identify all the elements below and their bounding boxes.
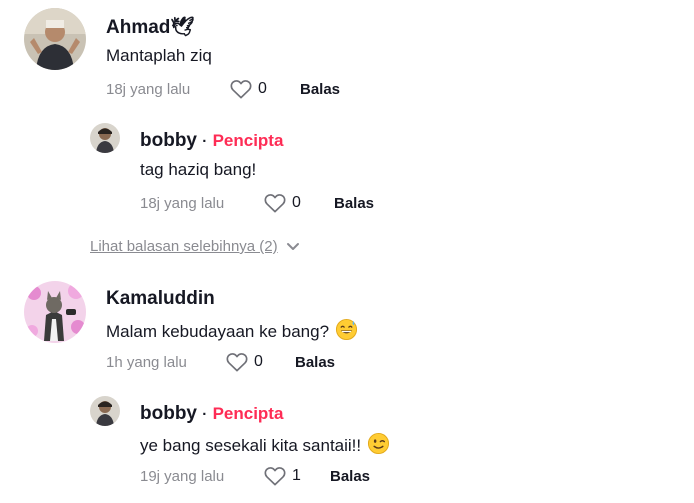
reply-timestamp: 18j yang lalu [140,195,225,212]
comment-meta: 18j yang lalu 0 Balas [106,79,406,101]
comment-username[interactable]: Ahmad🕊 [106,15,195,39]
creator-badge: Pencipta [212,131,284,150]
creator-badge: Pencipta [212,404,284,423]
avatar[interactable] [24,281,86,343]
comment-timestamp: 18j yang lalu [106,81,191,98]
reply-timestamp: 19j yang lalu [140,468,225,485]
reply-button[interactable]: Balas [300,81,340,98]
view-more-replies-link[interactable]: Lihat balasan selebihnya (2) [90,238,300,255]
reply-button[interactable]: Balas [334,195,374,212]
reply-button[interactable]: Balas [330,468,370,485]
comment-timestamp: 1h yang lalu [106,354,187,371]
reply-username[interactable]: bobby [140,130,197,151]
comment-text: Mantaplah ziq [106,46,212,65]
reply-header: bobby · Pencipta [140,130,283,152]
heart-icon [226,353,248,372]
reply-username[interactable]: bobby [140,403,197,424]
avatar[interactable] [90,123,120,153]
winking-face-emoji-icon [368,432,390,455]
heart-icon [230,80,252,99]
grinning-sweat-emoji-icon [336,318,358,341]
like-button[interactable]: 1 [264,466,301,486]
avatar[interactable] [24,8,86,70]
separator-dot: · [202,406,208,423]
reply-meta: 18j yang lalu 0 Balas [140,193,440,215]
like-count: 0 [292,194,301,211]
avatar[interactable] [90,396,120,426]
reply-header: bobby · Pencipta [140,403,283,425]
reply-text: tag haziq bang! [140,160,257,179]
like-count: 1 [292,467,301,484]
like-button[interactable]: 0 [230,79,267,99]
chevron-down-icon [286,242,299,250]
comment-text: Malam kebudayaan ke bang? [106,322,330,341]
like-button[interactable]: 0 [264,193,301,213]
view-more-label: Lihat balasan selebihnya (2) [90,238,278,255]
separator-dot: · [202,133,208,150]
heart-icon [264,194,286,213]
comment-meta: 1h yang lalu 0 Balas [106,352,406,374]
like-count: 0 [258,80,267,97]
comment-username[interactable]: Kamaluddin [106,288,215,310]
reply-text-row: ye bang sesekali kita santaii!! [140,432,390,456]
heart-icon [264,467,286,486]
reply-text: ye bang sesekali kita santaii!! [140,436,362,455]
comment-text-row: Malam kebudayaan ke bang? [106,318,358,342]
reply-button[interactable]: Balas [295,354,335,371]
reply-meta: 19j yang lalu 1 Balas [140,466,440,488]
like-count: 0 [254,353,263,370]
like-button[interactable]: 0 [226,352,263,372]
